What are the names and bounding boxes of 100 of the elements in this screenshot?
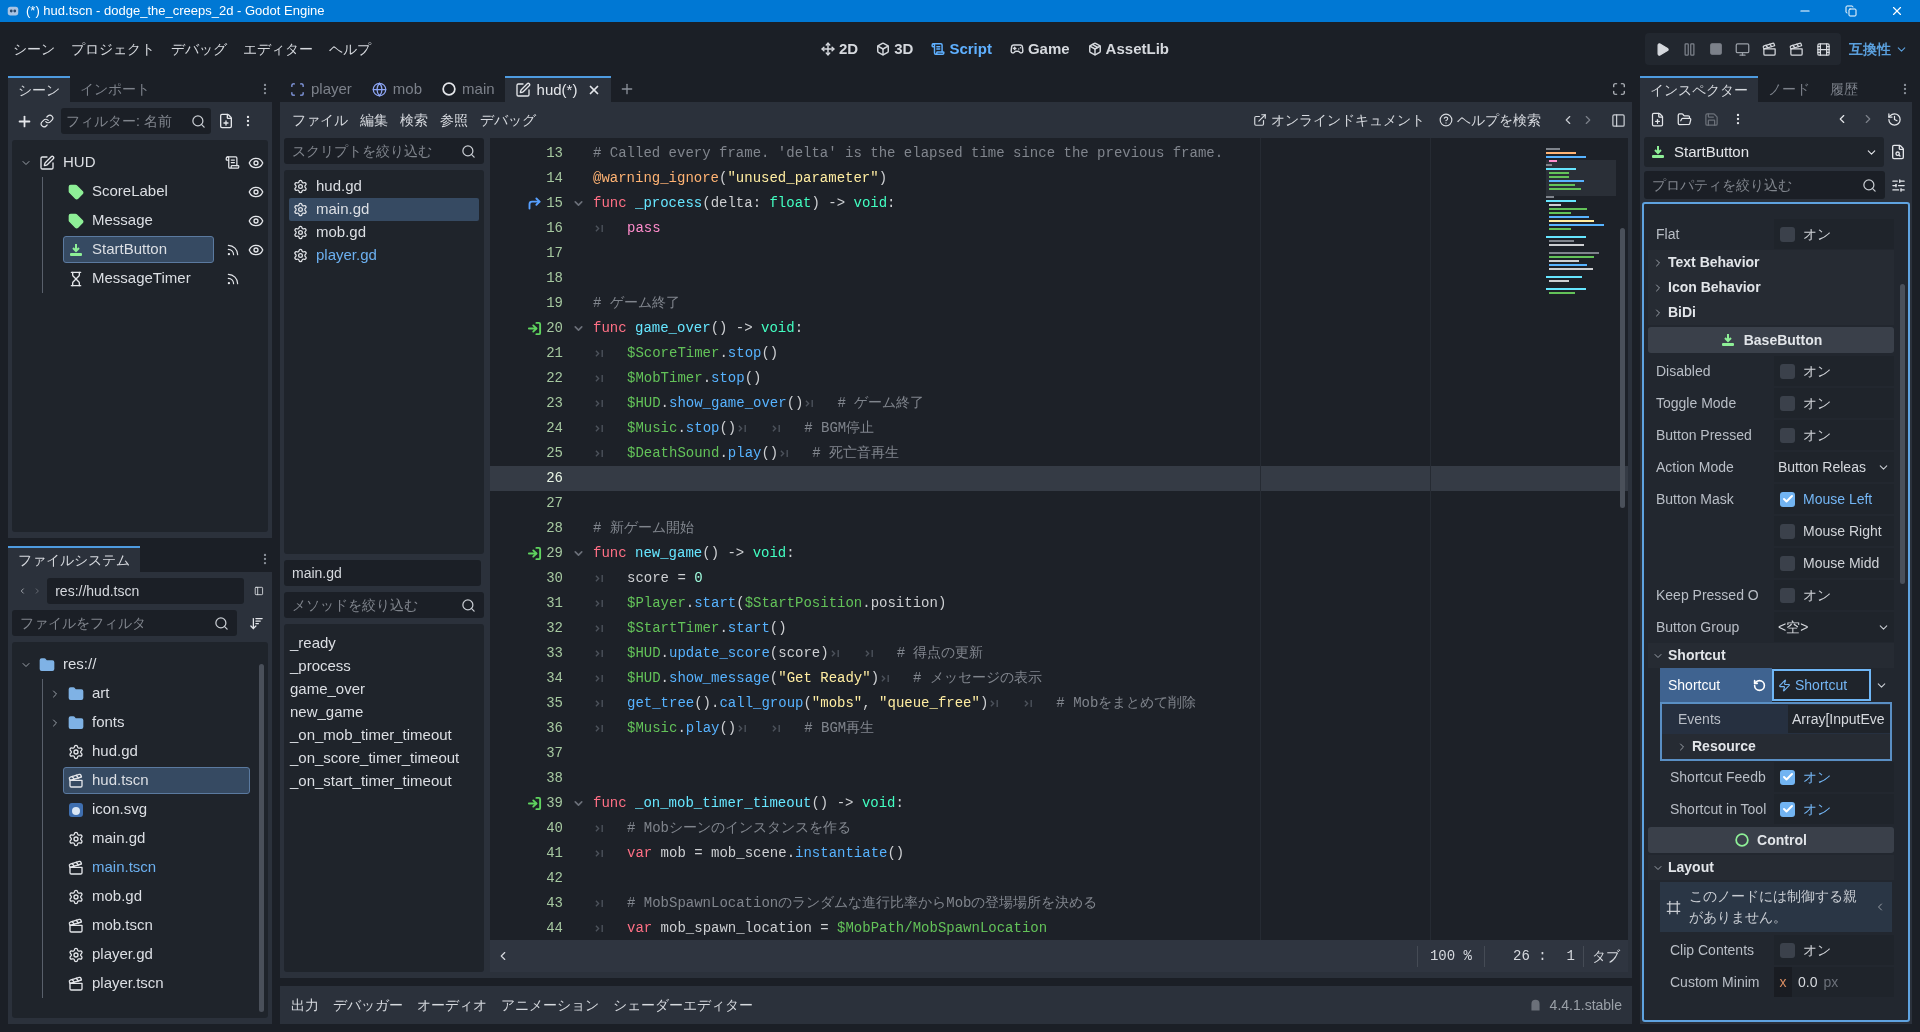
- save-icon[interactable]: [1704, 111, 1719, 127]
- method-filter-field[interactable]: メソッドを絞り込む: [284, 592, 484, 618]
- tree-item[interactable]: mob.gd: [63, 883, 250, 910]
- workspace-tab[interactable]: 2D: [814, 34, 866, 64]
- script-name-field[interactable]: main.gd: [284, 560, 481, 586]
- tools-icon[interactable]: [1891, 177, 1906, 193]
- bottom-panel-tab[interactable]: デバッガー: [326, 994, 410, 1016]
- film-icon[interactable]: [1816, 41, 1831, 57]
- panel-tab[interactable]: ノード: [1758, 76, 1820, 102]
- attach-script-icon[interactable]: [218, 113, 234, 129]
- menu-item[interactable]: ヘルプ: [322, 34, 378, 64]
- section-header[interactable]: BiDi: [1648, 300, 1894, 325]
- menu-item[interactable]: エディター: [236, 34, 320, 64]
- tree-item[interactable]: hud.gd: [63, 738, 250, 765]
- fullscreen-icon[interactable]: [1612, 82, 1626, 96]
- renderer-dropdown[interactable]: 互換性: [1843, 34, 1914, 64]
- tree-item[interactable]: ScoreLabel: [63, 178, 214, 205]
- stop-icon[interactable]: [1709, 42, 1723, 56]
- panel-tab[interactable]: ファイルシステム: [8, 546, 140, 572]
- tree-item[interactable]: icon.svg: [63, 796, 250, 823]
- menu-item[interactable]: デバッグ: [164, 34, 234, 64]
- workspace-tab[interactable]: AssetLib: [1080, 34, 1176, 64]
- tree-item[interactable]: fonts: [63, 709, 250, 736]
- script-icon[interactable]: [225, 155, 240, 170]
- menu-item[interactable]: デバッグ: [474, 109, 542, 131]
- toolbar-button[interactable]: ヘルプを検索: [1435, 109, 1545, 131]
- tree-item[interactable]: Message: [63, 207, 214, 234]
- tree-item[interactable]: MessageTimer: [63, 265, 214, 292]
- scrollbar[interactable]: [1900, 284, 1905, 584]
- text-input[interactable]: プロパティを絞り込む: [1652, 174, 1862, 196]
- tree-item[interactable]: StartButton: [63, 236, 214, 263]
- checkbox[interactable]: [1780, 363, 1795, 379]
- new-resource-icon[interactable]: [1650, 111, 1665, 127]
- tree-item[interactable]: res://: [34, 651, 250, 678]
- node-selector[interactable]: StartButton: [1644, 137, 1884, 167]
- script-list-item[interactable]: mob.gd: [289, 221, 479, 244]
- checkbox[interactable]: [1780, 427, 1795, 443]
- menu-item[interactable]: ファイル: [286, 109, 354, 131]
- restore-icon[interactable]: [1845, 5, 1857, 17]
- tree-item[interactable]: main.tscn: [63, 854, 250, 881]
- editor-tab[interactable]: main: [432, 76, 505, 102]
- section-header[interactable]: Text Behavior: [1648, 250, 1894, 275]
- text-input[interactable]: res://hud.tscn: [55, 580, 237, 602]
- sort-icon[interactable]: [249, 615, 264, 631]
- bottom-panel-tab[interactable]: オーディオ: [410, 994, 494, 1016]
- method-list-item[interactable]: _ready: [290, 632, 478, 655]
- dropdown[interactable]: Button Releas: [1774, 452, 1894, 482]
- checkbox[interactable]: [1780, 395, 1795, 411]
- bottom-panel-tab[interactable]: シェーダーエディター: [606, 994, 760, 1016]
- bottom-panel-tab[interactable]: 出力: [284, 994, 326, 1016]
- tree-item[interactable]: HUD: [34, 149, 214, 176]
- tree-item[interactable]: main.gd: [63, 825, 250, 852]
- path-field[interactable]: res://hud.tscn: [47, 578, 245, 604]
- editor-tab[interactable]: player: [280, 76, 362, 102]
- scrollbar[interactable]: [1620, 228, 1625, 508]
- method-list-item[interactable]: new_game: [290, 701, 478, 724]
- signal-icon[interactable]: [226, 271, 240, 286]
- scrollbar[interactable]: [259, 664, 264, 1012]
- property-value[interactable]: Array[InputEve: [1788, 705, 1890, 733]
- toolbar-button[interactable]: オンラインドキュメント: [1249, 109, 1429, 131]
- method-list-item[interactable]: _on_mob_timer_timeout: [290, 724, 478, 747]
- section-header[interactable]: Icon Behavior: [1648, 275, 1894, 300]
- tree-item[interactable]: art: [63, 680, 250, 707]
- panel-tab[interactable]: インスペクター: [1640, 76, 1758, 102]
- doc-search-icon[interactable]: [1890, 144, 1906, 160]
- tree-item[interactable]: player.gd: [63, 941, 250, 968]
- menu-item[interactable]: 検索: [394, 109, 434, 131]
- method-list-item[interactable]: _on_start_timer_timeout: [290, 770, 478, 793]
- text-input[interactable]: main.gd: [292, 562, 473, 584]
- menu-item[interactable]: 参照: [434, 109, 474, 131]
- panel-tab[interactable]: 履歴: [1820, 76, 1868, 102]
- checkbox[interactable]: [1780, 523, 1795, 539]
- text-input[interactable]: フィルター: 名前: [66, 110, 191, 132]
- panel-tab[interactable]: シーン: [8, 76, 70, 102]
- script-list-item[interactable]: main.gd: [289, 198, 479, 221]
- script-list-item[interactable]: player.gd: [289, 244, 479, 267]
- toggle-panel-icon[interactable]: [1611, 112, 1626, 128]
- editor-tab[interactable]: mob: [361, 76, 433, 102]
- property-filter-field[interactable]: プロパティを絞り込む: [1644, 171, 1885, 199]
- section-header[interactable]: Resource: [1662, 734, 1890, 759]
- link-icon[interactable]: [40, 114, 54, 128]
- method-list-item[interactable]: _on_score_timer_timeout: [290, 747, 478, 770]
- checkbox[interactable]: [1780, 491, 1795, 507]
- signal-icon[interactable]: [226, 242, 240, 257]
- section-header[interactable]: Shortcut: [1648, 643, 1894, 668]
- play-icon[interactable]: [1655, 41, 1670, 57]
- bottom-panel-tab[interactable]: アニメーション: [494, 994, 606, 1016]
- workspace-tab[interactable]: Script: [924, 34, 999, 64]
- tree-item[interactable]: player.tscn: [63, 970, 250, 997]
- dropdown[interactable]: <空>: [1774, 612, 1894, 642]
- workspace-tab[interactable]: Game: [1002, 34, 1077, 64]
- pause-icon[interactable]: [1682, 41, 1697, 57]
- menu-item[interactable]: プロジェクト: [64, 34, 162, 64]
- resource-picker[interactable]: Shortcut: [1772, 669, 1871, 701]
- section-header[interactable]: Layout: [1648, 855, 1894, 880]
- script-list-item[interactable]: hud.gd: [289, 175, 479, 198]
- checkbox[interactable]: [1780, 769, 1795, 785]
- file-filter-field[interactable]: ファイルをフィルタ: [12, 610, 237, 636]
- menu-item[interactable]: 編集: [354, 109, 394, 131]
- panel-tab[interactable]: インポート: [70, 76, 160, 102]
